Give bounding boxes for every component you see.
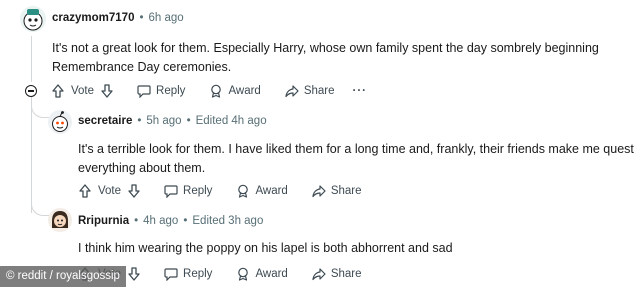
- comment-body: I think him wearing the poppy on his lap…: [78, 239, 453, 258]
- upvote-icon[interactable]: [79, 184, 91, 198]
- comment-body: It's a terrible look for them. I have li…: [78, 140, 634, 178]
- award-label: Award: [255, 268, 288, 280]
- share-icon: [285, 85, 299, 98]
- award-button[interactable]: Award: [236, 184, 288, 198]
- comment-body: It's not a great look for them. Especial…: [52, 39, 599, 77]
- award-icon: [238, 267, 249, 281]
- edited-label: Edited 4h ago: [195, 115, 267, 127]
- reply-button[interactable]: Reply: [164, 184, 212, 198]
- reply-button[interactable]: Reply: [164, 267, 212, 281]
- username[interactable]: secretaire: [78, 115, 132, 127]
- share-label: Share: [330, 268, 362, 280]
- comment-line: It's not a great look for them. Especial…: [52, 41, 599, 55]
- meta-separator: •: [139, 12, 144, 24]
- award-icon: [238, 184, 249, 198]
- reply-label: Reply: [183, 268, 213, 280]
- share-icon: [312, 268, 326, 281]
- downvote-icon[interactable]: [128, 184, 140, 198]
- username[interactable]: crazymom7170: [52, 12, 134, 24]
- comment-actions: Vote Reply Award Share: [79, 182, 386, 200]
- award-label: Award: [255, 185, 288, 197]
- more-options-button[interactable]: ···: [353, 85, 368, 97]
- meta-separator: •: [137, 115, 142, 127]
- meta-separator: •: [134, 215, 139, 227]
- avatar[interactable]: [48, 110, 72, 134]
- share-button[interactable]: Share: [285, 84, 335, 98]
- reply-button[interactable]: Reply: [137, 84, 185, 98]
- thread-line-main: [31, 36, 32, 82]
- comment-line: Remembrance Day ceremonies.: [52, 60, 232, 74]
- award-button[interactable]: Award: [209, 84, 261, 98]
- reply-label: Reply: [156, 85, 186, 97]
- upvote-icon[interactable]: [52, 84, 64, 98]
- award-icon: [211, 84, 222, 98]
- collapse-icon: [28, 90, 34, 92]
- comment-meta: Rripurnia • 4h ago • Edited 3h ago: [78, 215, 263, 227]
- username[interactable]: Rripurnia: [78, 215, 129, 227]
- comment-meta: secretaire • 5h ago • Edited 4h ago: [78, 115, 267, 127]
- more-icon: ···: [352, 85, 368, 97]
- comment-line: everything about them.: [78, 161, 206, 175]
- share-button[interactable]: Share: [312, 184, 362, 198]
- reply-icon: [137, 85, 151, 98]
- vote-label: Vote: [71, 85, 95, 97]
- collapse-button[interactable]: [25, 85, 37, 97]
- source-watermark: © reddit / royalsgossip: [0, 266, 126, 287]
- share-label: Share: [330, 185, 362, 197]
- meta-separator: •: [186, 115, 191, 127]
- share-label: Share: [303, 85, 335, 97]
- vote-label: Vote: [98, 185, 122, 197]
- avatar[interactable]: [48, 208, 72, 232]
- edited-label: Edited 3h ago: [192, 215, 264, 227]
- timestamp[interactable]: 5h ago: [146, 115, 181, 127]
- award-button[interactable]: Award: [236, 267, 288, 281]
- avatar[interactable]: [20, 6, 46, 32]
- comment-actions: Vote Reply Award Share ···: [52, 82, 391, 100]
- share-icon: [312, 185, 326, 198]
- thread-connector: [31, 198, 49, 216]
- downvote-icon[interactable]: [101, 84, 113, 98]
- timestamp[interactable]: 6h ago: [149, 12, 184, 24]
- share-button[interactable]: Share: [312, 267, 362, 281]
- thread-line-main: [31, 97, 32, 213]
- vote-control: Vote: [52, 84, 113, 98]
- downvote-icon[interactable]: [128, 267, 140, 281]
- reply-icon: [164, 268, 178, 281]
- vote-control: Vote: [79, 184, 140, 198]
- comment-meta: crazymom7170 • 6h ago: [52, 12, 184, 24]
- reply-label: Reply: [183, 185, 213, 197]
- award-label: Award: [228, 85, 261, 97]
- thread-connector: [31, 100, 49, 118]
- reply-icon: [164, 185, 178, 198]
- timestamp[interactable]: 4h ago: [143, 215, 178, 227]
- comment-line: It's a terrible look for them. I have li…: [78, 142, 634, 156]
- meta-separator: •: [183, 215, 188, 227]
- comment-line: I think him wearing the poppy on his lap…: [78, 241, 453, 255]
